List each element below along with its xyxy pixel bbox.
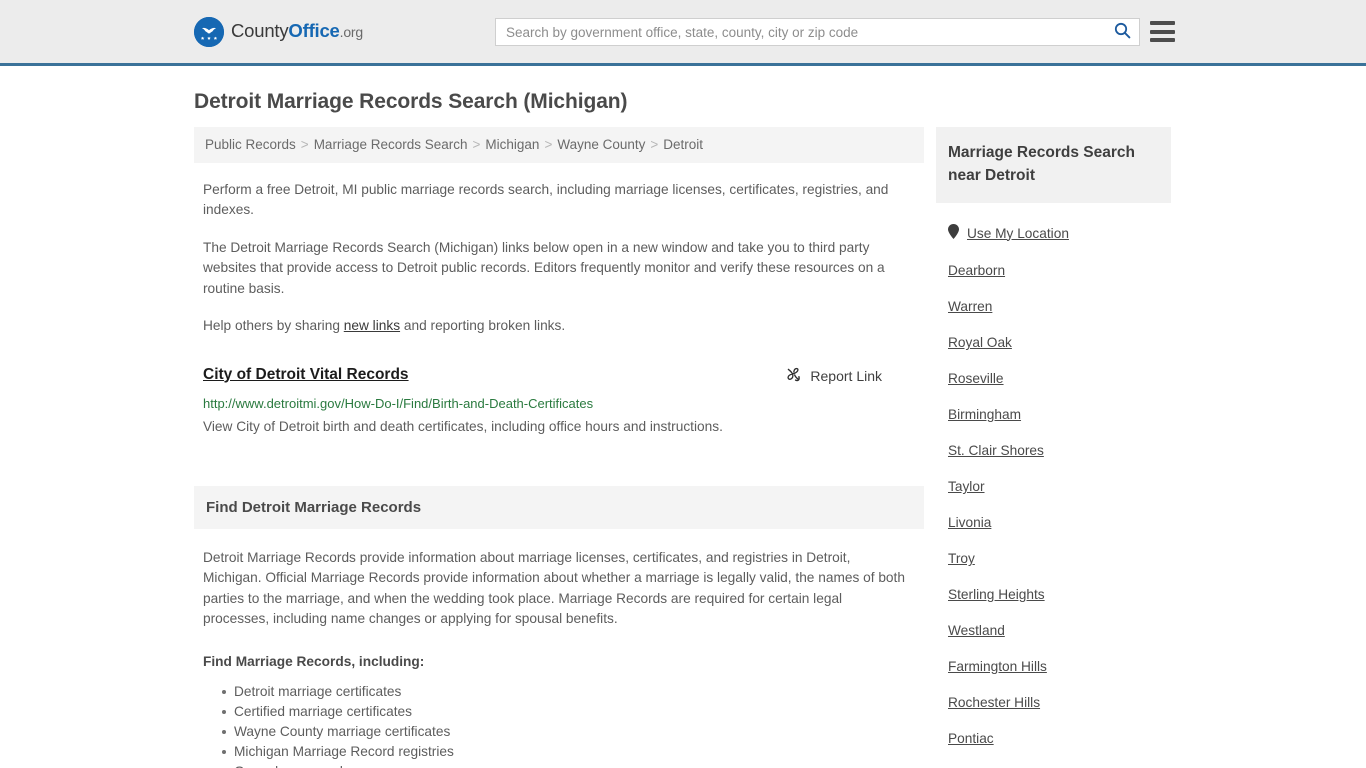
sidebar-city-royal-oak[interactable]: Royal Oak xyxy=(948,335,1159,350)
sidebar-city-rochester-hills[interactable]: Rochester Hills xyxy=(948,695,1159,710)
hamburger-bar xyxy=(1150,38,1175,42)
share-text-before: Help others by sharing xyxy=(203,318,344,334)
intro-text: Perform a free Detroit, MI public marria… xyxy=(194,180,924,337)
hamburger-bar xyxy=(1150,29,1175,34)
logo-text-county: County xyxy=(231,20,289,42)
section-heading: Find Detroit Marriage Records xyxy=(206,498,422,516)
breadcrumb-item-detroit[interactable]: Detroit xyxy=(663,137,703,152)
sidebar-city-pontiac[interactable]: Pontiac xyxy=(948,731,1159,746)
report-link-button[interactable]: Report Link xyxy=(785,366,882,386)
eagle-shield-icon xyxy=(194,16,224,47)
section-body: Detroit Marriage Records provide informa… xyxy=(194,548,924,768)
hamburger-bar xyxy=(1150,21,1175,25)
sidebar-city-roseville[interactable]: Roseville xyxy=(948,371,1159,386)
broken-link-icon xyxy=(785,366,802,386)
sidebar-city-farmington-hills[interactable]: Farmington Hills xyxy=(948,659,1159,674)
breadcrumb-separator: > xyxy=(472,137,481,152)
section-list-heading: Find Marriage Records, including: xyxy=(203,653,425,669)
page-container: Detroit Marriage Records Search (Michiga… xyxy=(0,90,1366,768)
section-paragraph: Detroit Marriage Records provide informa… xyxy=(203,549,905,627)
hamburger-menu-icon[interactable] xyxy=(1150,21,1175,42)
sidebar-heading-bar: Marriage Records Search near Detroit xyxy=(936,127,1171,203)
list-item: Detroit marriage certificates xyxy=(222,682,906,702)
use-my-location-button[interactable]: Use My Location xyxy=(948,224,1159,242)
search-icon xyxy=(1114,22,1131,42)
result-description: View City of Detroit birth and death cer… xyxy=(203,418,723,434)
breadcrumb-item-wayne-county[interactable]: Wayne County xyxy=(557,137,645,152)
result-header-row: City of Detroit Vital Records Report Lin… xyxy=(203,366,924,386)
main-content: Public Records > Marriage Records Search > M… xyxy=(194,127,924,768)
result-item: City of Detroit Vital Records Report Lin… xyxy=(194,366,924,436)
sidebar-city-westland[interactable]: Westland xyxy=(948,623,1159,638)
breadcrumb-separator: > xyxy=(300,137,309,152)
use-my-location-label: Use My Location xyxy=(967,225,1069,241)
records-list: Detroit marriage certificates Certified … xyxy=(203,682,906,768)
list-item: Wayne County marriage certificates xyxy=(222,722,906,742)
intro-paragraph-2: The Detroit Marriage Records Search (Mic… xyxy=(203,239,885,296)
site-header: CountyOffice.org xyxy=(0,0,1366,66)
content-columns: Public Records > Marriage Records Search > M… xyxy=(194,127,1172,768)
search-bar[interactable] xyxy=(495,18,1140,46)
result-title-link[interactable]: City of Detroit Vital Records xyxy=(203,366,409,384)
sidebar: Marriage Records Search near Detroit Use… xyxy=(936,127,1171,768)
breadcrumb-separator: > xyxy=(544,137,553,152)
breadcrumb: Public Records > Marriage Records Search > M… xyxy=(194,127,924,163)
sidebar-city-sterling-heights[interactable]: Sterling Heights xyxy=(948,587,1159,602)
new-links-link[interactable]: new links xyxy=(344,318,400,333)
list-item: Michigan Marriage Record registries xyxy=(222,742,906,762)
sidebar-city-birmingham[interactable]: Birmingham xyxy=(948,407,1159,422)
site-logo-link[interactable]: CountyOffice.org xyxy=(194,16,363,47)
share-text-after: and reporting broken links. xyxy=(400,318,566,334)
breadcrumb-item-michigan[interactable]: Michigan xyxy=(485,137,539,152)
breadcrumb-item-marriage-records-search[interactable]: Marriage Records Search xyxy=(314,137,468,152)
sidebar-city-livonia[interactable]: Livonia xyxy=(948,515,1159,530)
list-item: Certified marriage certificates xyxy=(222,702,906,722)
logo-text-org: .org xyxy=(339,24,364,41)
breadcrumb-separator: > xyxy=(650,137,659,152)
logo-text-office: Office xyxy=(288,20,340,42)
site-logo-text: CountyOffice.org xyxy=(231,22,363,41)
sidebar-city-dearborn[interactable]: Dearborn xyxy=(948,263,1159,278)
section-heading-bar: Find Detroit Marriage Records xyxy=(194,485,924,529)
result-url: http://www.detroitmi.gov/How-Do-I/Find/B… xyxy=(203,395,594,411)
search-button[interactable] xyxy=(1105,19,1139,45)
intro-paragraph-3: Help others by sharing new links and rep… xyxy=(194,316,924,337)
sidebar-city-taylor[interactable]: Taylor xyxy=(948,479,1159,494)
list-item: Genealogy records xyxy=(234,762,906,768)
sidebar-city-st-clair-shores[interactable]: St. Clair Shores xyxy=(948,443,1159,458)
breadcrumb-item-public-records[interactable]: Public Records xyxy=(205,137,296,152)
map-pin-icon xyxy=(948,224,959,242)
report-link-label: Report Link xyxy=(810,367,882,384)
page-title: Detroit Marriage Records Search (Michiga… xyxy=(194,90,628,113)
sidebar-heading: Marriage Records Search near Detroit xyxy=(948,144,1135,184)
sidebar-links: Use My Location Dearborn Warren Royal Oa… xyxy=(936,224,1171,768)
sidebar-city-warren[interactable]: Warren xyxy=(948,299,1159,314)
intro-paragraph-1: Perform a free Detroit, MI public marria… xyxy=(203,181,889,218)
sidebar-city-troy[interactable]: Troy xyxy=(948,551,1159,566)
search-input[interactable] xyxy=(496,19,1105,45)
